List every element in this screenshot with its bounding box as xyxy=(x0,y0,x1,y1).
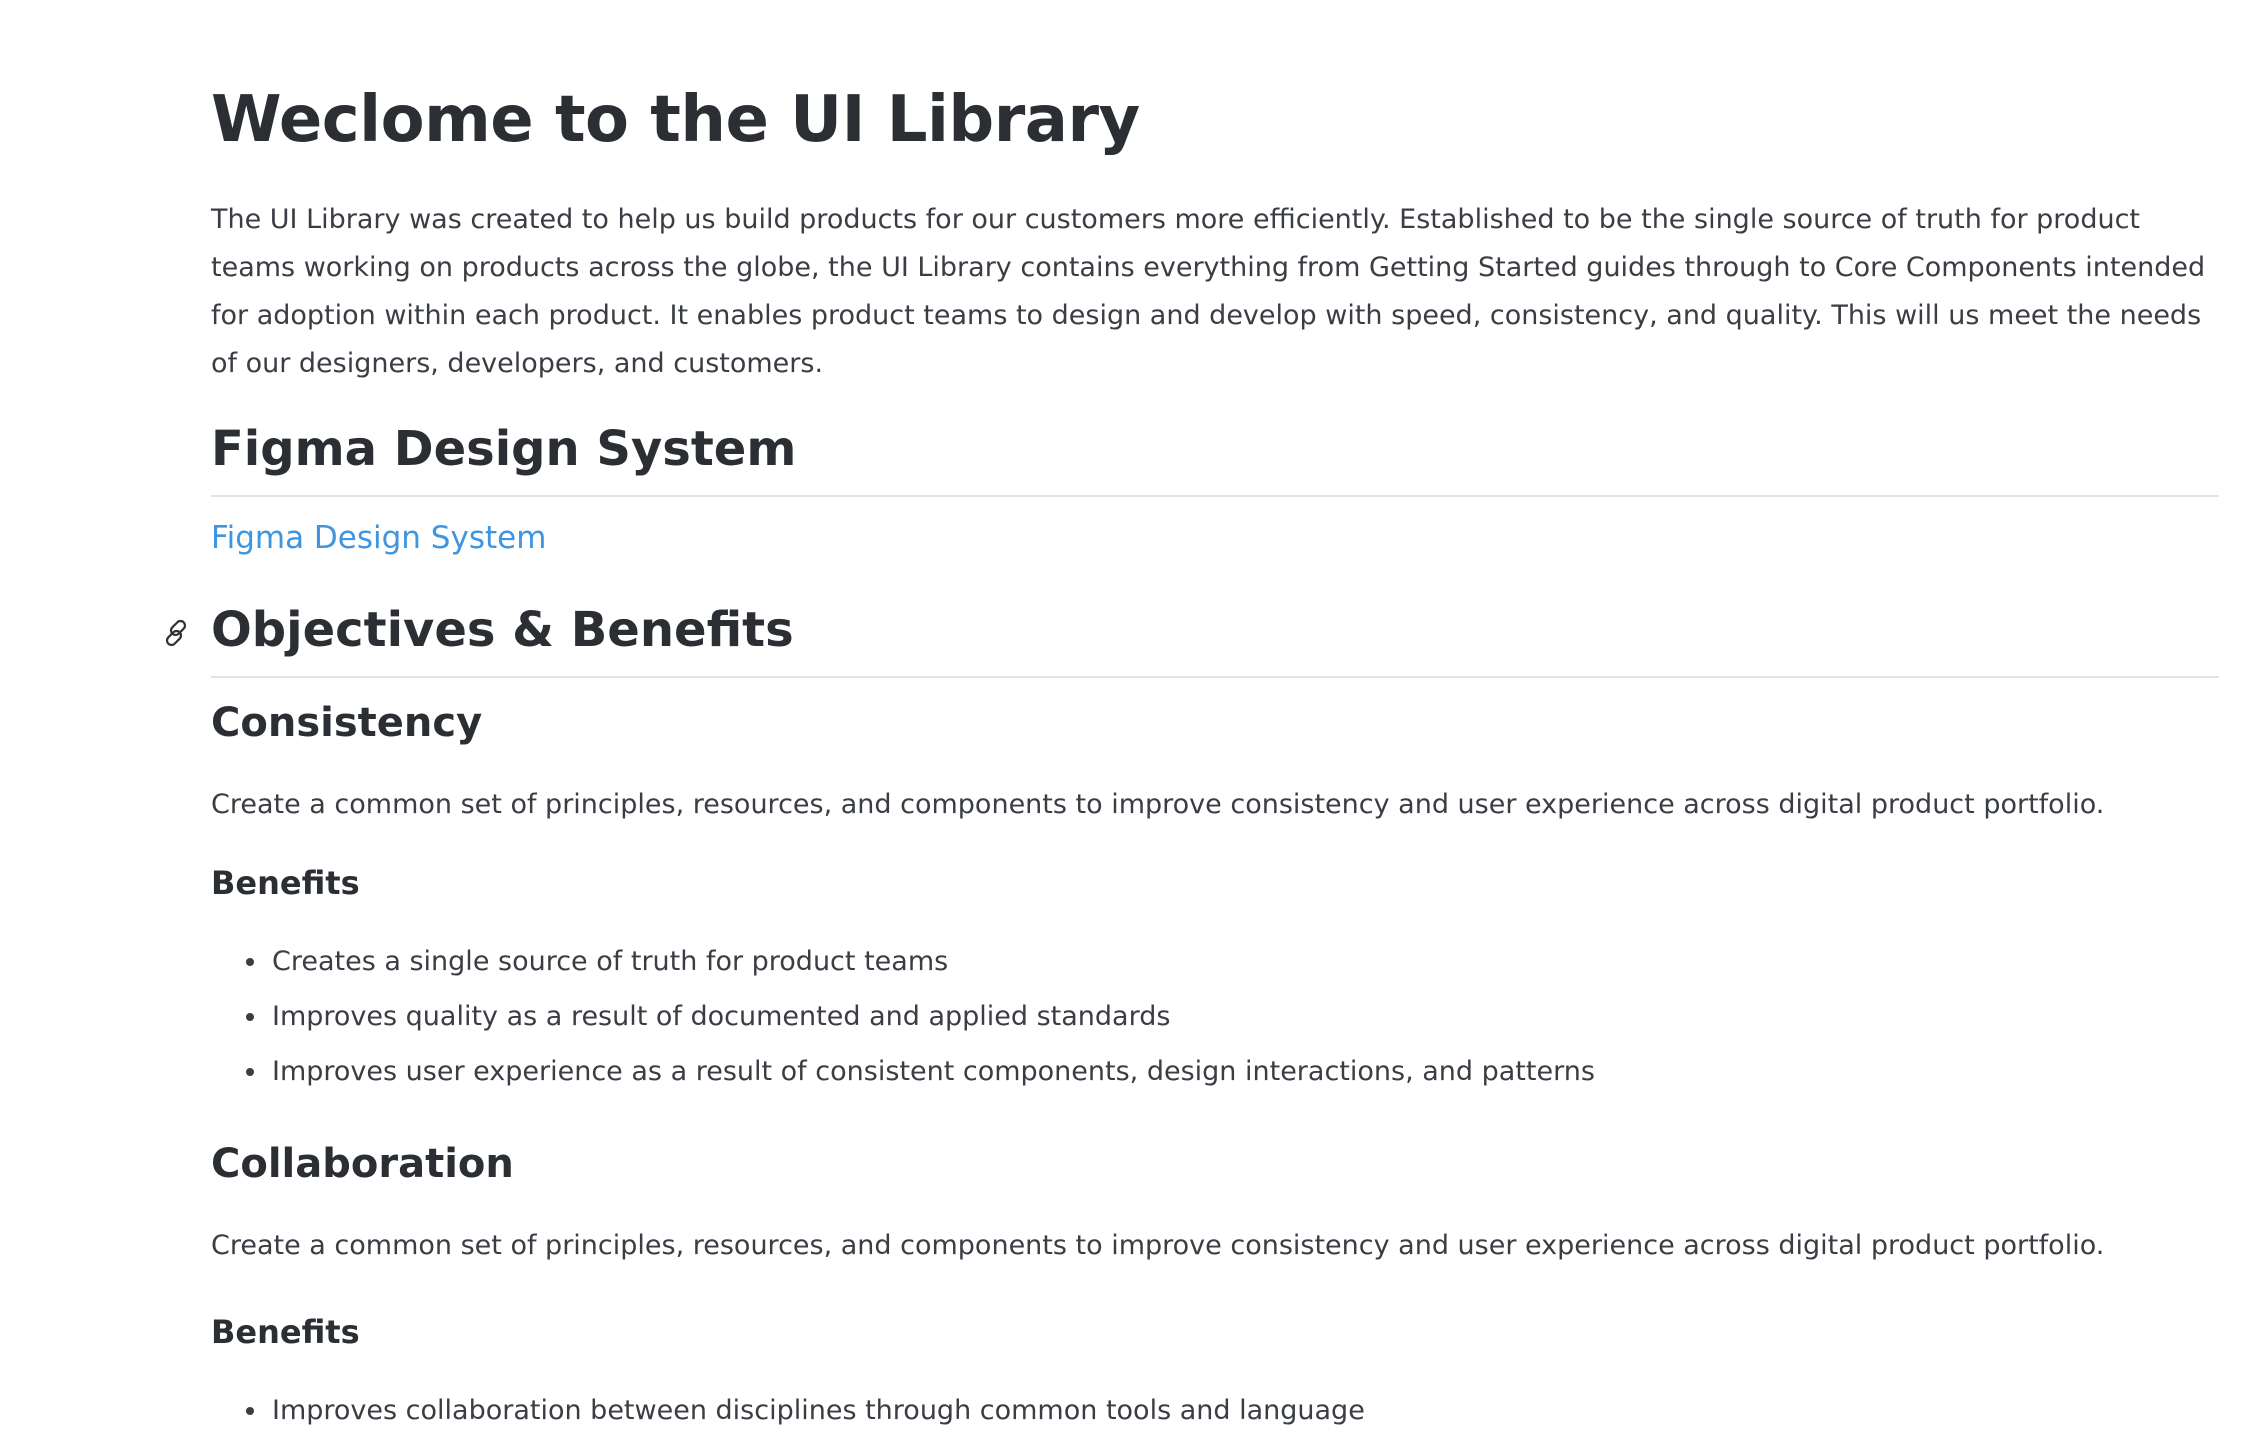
section-divider xyxy=(211,495,2219,497)
figma-design-system-link[interactable]: Figma Design System xyxy=(211,514,546,562)
objectives-section-heading: Objectives & Benefits xyxy=(211,602,794,658)
list-item: Improves quality as a result of document… xyxy=(211,989,1595,1044)
list-item: Creates a single source of truth for pro… xyxy=(211,934,1595,989)
intro-paragraph: The UI Library was created to help us bu… xyxy=(211,204,2206,379)
consistency-heading: Consistency xyxy=(211,700,483,746)
consistency-description: Create a common set of principles, resou… xyxy=(211,789,2105,820)
consistency-benefits-list: Creates a single source of truth for pro… xyxy=(211,934,1595,1099)
list-item: Improves user experience as a result of … xyxy=(211,1044,1595,1099)
section-divider xyxy=(211,676,2219,678)
collaboration-benefits-list: Improves collaboration between disciplin… xyxy=(211,1383,1365,1438)
page-title: Weclome to the UI Library xyxy=(211,83,1140,157)
collaboration-benefits-heading: Benefits xyxy=(211,1313,360,1351)
collaboration-heading: Collaboration xyxy=(211,1141,514,1187)
collaboration-description: Create a common set of principles, resou… xyxy=(211,1230,2105,1261)
figma-section-heading: Figma Design System xyxy=(211,421,797,477)
consistency-benefits-heading: Benefits xyxy=(211,864,360,902)
list-item: Improves collaboration between disciplin… xyxy=(211,1383,1365,1438)
link-icon[interactable] xyxy=(160,617,192,649)
